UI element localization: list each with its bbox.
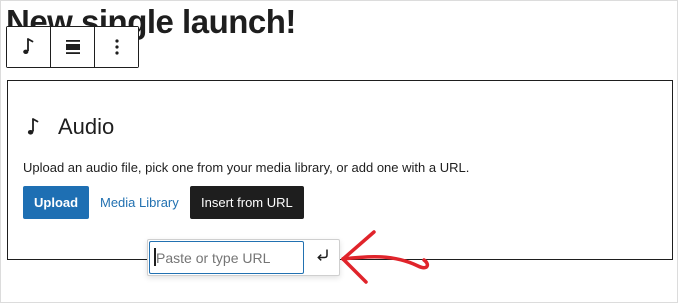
music-note-icon (20, 37, 38, 57)
more-options-icon (114, 38, 120, 56)
url-submit-button[interactable] (308, 242, 338, 273)
audio-block-instructions: Upload an audio file, pick one from your… (23, 160, 470, 175)
audio-block-title: Audio (58, 114, 115, 139)
return-icon (315, 247, 331, 268)
insert-from-url-button[interactable]: Insert from URL (190, 186, 304, 219)
align-button[interactable] (51, 27, 95, 67)
align-icon (64, 38, 82, 56)
music-note-icon (24, 116, 46, 138)
red-arrow-icon (341, 230, 430, 284)
media-library-button[interactable]: Media Library (89, 186, 190, 219)
block-type-button[interactable] (7, 27, 51, 67)
block-toolbar (6, 26, 139, 68)
text-caret (154, 248, 156, 266)
upload-button[interactable]: Upload (23, 186, 90, 219)
audio-block-label: Audio (24, 114, 114, 140)
more-options-button[interactable] (95, 27, 138, 67)
url-popover (147, 239, 340, 276)
url-input[interactable] (149, 241, 304, 274)
